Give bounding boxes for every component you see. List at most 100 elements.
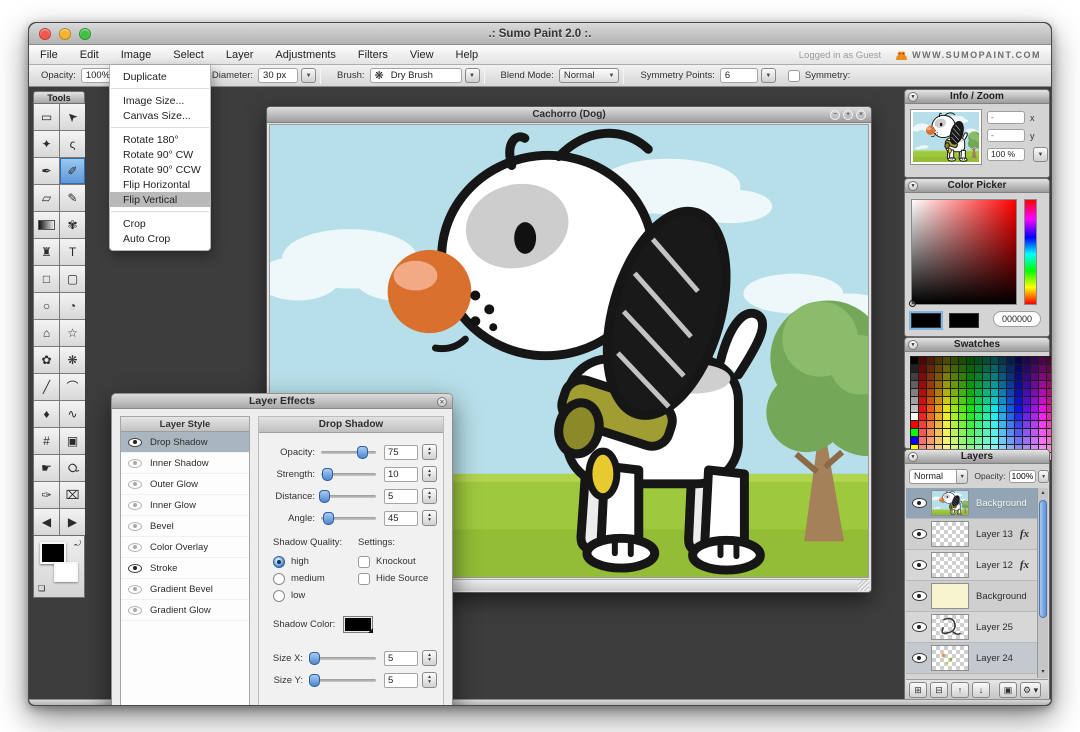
collapse-icon[interactable]: ▾: [908, 92, 918, 102]
color-swatch[interactable]: [1023, 381, 1030, 388]
color-swatch[interactable]: [935, 421, 942, 428]
move-layer-up-button[interactable]: ↑: [951, 681, 969, 698]
layer-visibility-eye-icon[interactable]: [912, 498, 927, 508]
color-swatch[interactable]: [1015, 381, 1022, 388]
layer-opacity-field[interactable]: 100%: [1008, 469, 1037, 483]
color-swatch[interactable]: [983, 405, 990, 412]
color-swatch[interactable]: [1015, 421, 1022, 428]
tool-frame[interactable]: ▣: [60, 428, 85, 454]
color-swatch[interactable]: [991, 389, 998, 396]
slider-track[interactable]: [321, 467, 376, 481]
tool-smudge[interactable]: ∿: [60, 401, 85, 427]
color-swatch[interactable]: [975, 421, 982, 428]
color-swatch[interactable]: [1031, 405, 1038, 412]
image-menu-item-duplicate[interactable]: Duplicate: [110, 69, 210, 84]
slider-value-field[interactable]: 5: [384, 672, 418, 688]
color-swatch[interactable]: [999, 421, 1006, 428]
color-swatch[interactable]: [1047, 397, 1051, 404]
color-swatch[interactable]: [1047, 421, 1051, 428]
layer-visibility-eye-icon[interactable]: [912, 560, 927, 570]
color-swatch[interactable]: [999, 389, 1006, 396]
layer-blend-mode-select[interactable]: Normal: [909, 468, 958, 484]
image-menu-item-flip-horizontal[interactable]: Flip Horizontal: [110, 177, 210, 192]
color-swatch[interactable]: [983, 397, 990, 404]
color-swatch[interactable]: [1031, 397, 1038, 404]
visibility-eye-icon[interactable]: [128, 500, 142, 510]
layer-opacity-dropdown-button[interactable]: ▼: [1038, 469, 1049, 483]
color-swatch[interactable]: [975, 397, 982, 404]
color-swatch[interactable]: [991, 421, 998, 428]
color-swatch[interactable]: [951, 421, 958, 428]
tool-gradient[interactable]: [34, 212, 59, 238]
color-swatch[interactable]: [959, 429, 966, 436]
color-swatch[interactable]: [951, 389, 958, 396]
tool-clone-stamp[interactable]: ✾: [60, 212, 85, 238]
setting-knockout[interactable]: Knockout: [358, 553, 443, 570]
collapse-icon[interactable]: ▾: [908, 181, 918, 191]
color-swatch[interactable]: [911, 389, 918, 396]
slider-track[interactable]: [321, 511, 376, 525]
image-menu-item-canvas-size[interactable]: Canvas Size...: [110, 108, 210, 123]
color-picker-panel-header[interactable]: ▾ Color Picker: [905, 179, 1049, 193]
color-swatch[interactable]: [911, 365, 918, 372]
color-swatch[interactable]: [1007, 413, 1014, 420]
color-swatch[interactable]: [975, 373, 982, 380]
menubar-item-help[interactable]: Help: [445, 45, 490, 65]
slider-track[interactable]: [308, 673, 376, 687]
color-swatch[interactable]: [975, 437, 982, 444]
color-swatch[interactable]: [1047, 381, 1051, 388]
color-swatch[interactable]: [1031, 381, 1038, 388]
layers-scrollbar[interactable]: ▴ ▾: [1037, 488, 1048, 678]
menubar-item-filters[interactable]: Filters: [347, 45, 399, 65]
color-swatch[interactable]: [1039, 357, 1046, 364]
color-swatch[interactable]: [1047, 389, 1051, 396]
color-swatch[interactable]: [927, 357, 934, 364]
secondary-color-swatch[interactable]: [949, 313, 979, 328]
y-coordinate-field[interactable]: -: [987, 129, 1025, 142]
tool-star-shape[interactable]: ☆: [60, 320, 85, 346]
color-swatch[interactable]: [951, 405, 958, 412]
diameter-field[interactable]: 30 px: [258, 68, 299, 83]
move-layer-down-button[interactable]: ↓: [972, 681, 990, 698]
color-swatch[interactable]: [959, 357, 966, 364]
color-swatch[interactable]: [1039, 413, 1046, 420]
color-swatch[interactable]: [1039, 373, 1046, 380]
color-swatch[interactable]: [943, 405, 950, 412]
tool-blur-drop[interactable]: ♦: [34, 401, 59, 427]
color-swatch[interactable]: [943, 373, 950, 380]
layer-style-bevel[interactable]: Bevel: [121, 516, 249, 537]
color-swatch[interactable]: [1023, 413, 1030, 420]
color-swatch[interactable]: [1007, 373, 1014, 380]
background-color-swatch[interactable]: [54, 562, 78, 582]
tool-history-forward[interactable]: ▶: [60, 509, 85, 535]
color-swatch[interactable]: [1047, 373, 1051, 380]
layer-visibility-eye-icon[interactable]: [912, 529, 927, 539]
visibility-eye-icon[interactable]: [128, 563, 142, 573]
tool-zoom[interactable]: Q: [60, 455, 85, 481]
layer-visibility-eye-icon[interactable]: [912, 591, 927, 601]
swatches-panel-header[interactable]: ▾ Swatches: [905, 338, 1049, 352]
color-swatch[interactable]: [919, 405, 926, 412]
layer-image-button[interactable]: ▣: [999, 681, 1017, 698]
color-swatch[interactable]: [967, 405, 974, 412]
color-swatch[interactable]: [1047, 429, 1051, 436]
color-swatch[interactable]: [927, 389, 934, 396]
tool-rectangle-shape[interactable]: □: [34, 266, 59, 292]
layer-visibility-eye-icon[interactable]: [912, 622, 927, 632]
tool-line[interactable]: ╱: [34, 374, 59, 400]
color-swatch[interactable]: [975, 429, 982, 436]
color-swatch[interactable]: [927, 365, 934, 372]
image-menu-item-rotate-180[interactable]: Rotate 180°: [110, 132, 210, 147]
tool-eyedropper[interactable]: ✑: [34, 482, 59, 508]
stepper-down-icon[interactable]: ▾: [428, 679, 431, 685]
tool-trash[interactable]: ⌧: [60, 482, 85, 508]
color-swatch[interactable]: [1015, 357, 1022, 364]
color-swatch[interactable]: [959, 373, 966, 380]
color-swatch[interactable]: [983, 437, 990, 444]
color-swatch[interactable]: [975, 405, 982, 412]
color-swatch[interactable]: [943, 413, 950, 420]
color-swatch[interactable]: [1015, 397, 1022, 404]
color-swatch[interactable]: [911, 437, 918, 444]
menubar-item-file[interactable]: File: [29, 45, 69, 65]
slider-thumb[interactable]: [308, 651, 320, 665]
